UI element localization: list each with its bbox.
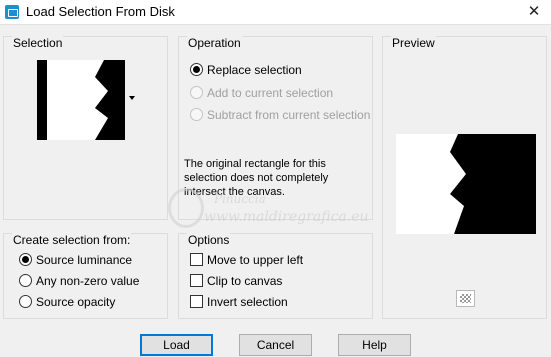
preview-group-title: Preview	[391, 36, 436, 50]
watermark-logo-icon	[168, 188, 204, 228]
radio-indicator	[190, 63, 203, 76]
checkbox-label: Clip to canvas	[207, 274, 283, 288]
operation-group-title: Operation	[187, 36, 242, 50]
close-button[interactable]: ✕	[520, 1, 548, 23]
watermark-line2: www.maldiregrafica.eu	[204, 209, 369, 225]
window-title: Load Selection From Disk	[26, 4, 175, 19]
cancel-button[interactable]: Cancel	[239, 334, 312, 356]
checkbox-label: Move to upper left	[207, 253, 304, 267]
selection-thumbnail[interactable]	[37, 60, 125, 140]
radio-indicator	[19, 274, 32, 287]
checkbox-indicator	[190, 295, 203, 308]
checkbox-label: Invert selection	[207, 295, 288, 309]
load-button[interactable]: Load	[140, 334, 213, 356]
selection-shape-icon	[37, 60, 125, 140]
preview-shape-icon	[396, 134, 536, 234]
title-bar: Load Selection From Disk ✕	[0, 0, 551, 25]
options-group-title: Options	[187, 233, 231, 247]
radio-label: Add to current selection	[207, 86, 334, 100]
app-icon	[5, 5, 19, 19]
selection-group-title: Selection	[12, 36, 64, 50]
radio-indicator	[19, 253, 32, 266]
radio-label: Source luminance	[36, 253, 133, 267]
radio-indicator	[19, 295, 32, 308]
preview-image	[396, 134, 536, 234]
checkbox-indicator	[190, 274, 203, 287]
create-from-group-title: Create selection from:	[12, 233, 132, 247]
radio-label: Subtract from current selection	[207, 108, 371, 122]
radio-label: Replace selection	[207, 63, 302, 77]
help-button[interactable]: Help	[338, 334, 411, 356]
radio-indicator	[190, 86, 203, 99]
selection-dropdown-arrow[interactable]	[129, 96, 135, 100]
radio-label: Any non-zero value	[36, 274, 140, 288]
radio-label: Source opacity	[36, 295, 116, 309]
checkerboard-icon	[460, 294, 471, 303]
watermark-line1: Pinuccia	[214, 192, 266, 206]
preview-toggle-button[interactable]	[456, 290, 475, 307]
radio-indicator	[190, 108, 203, 121]
checkbox-indicator	[190, 253, 203, 266]
watermark: Pinuccia www.maldiregrafica.eu	[162, 182, 387, 238]
